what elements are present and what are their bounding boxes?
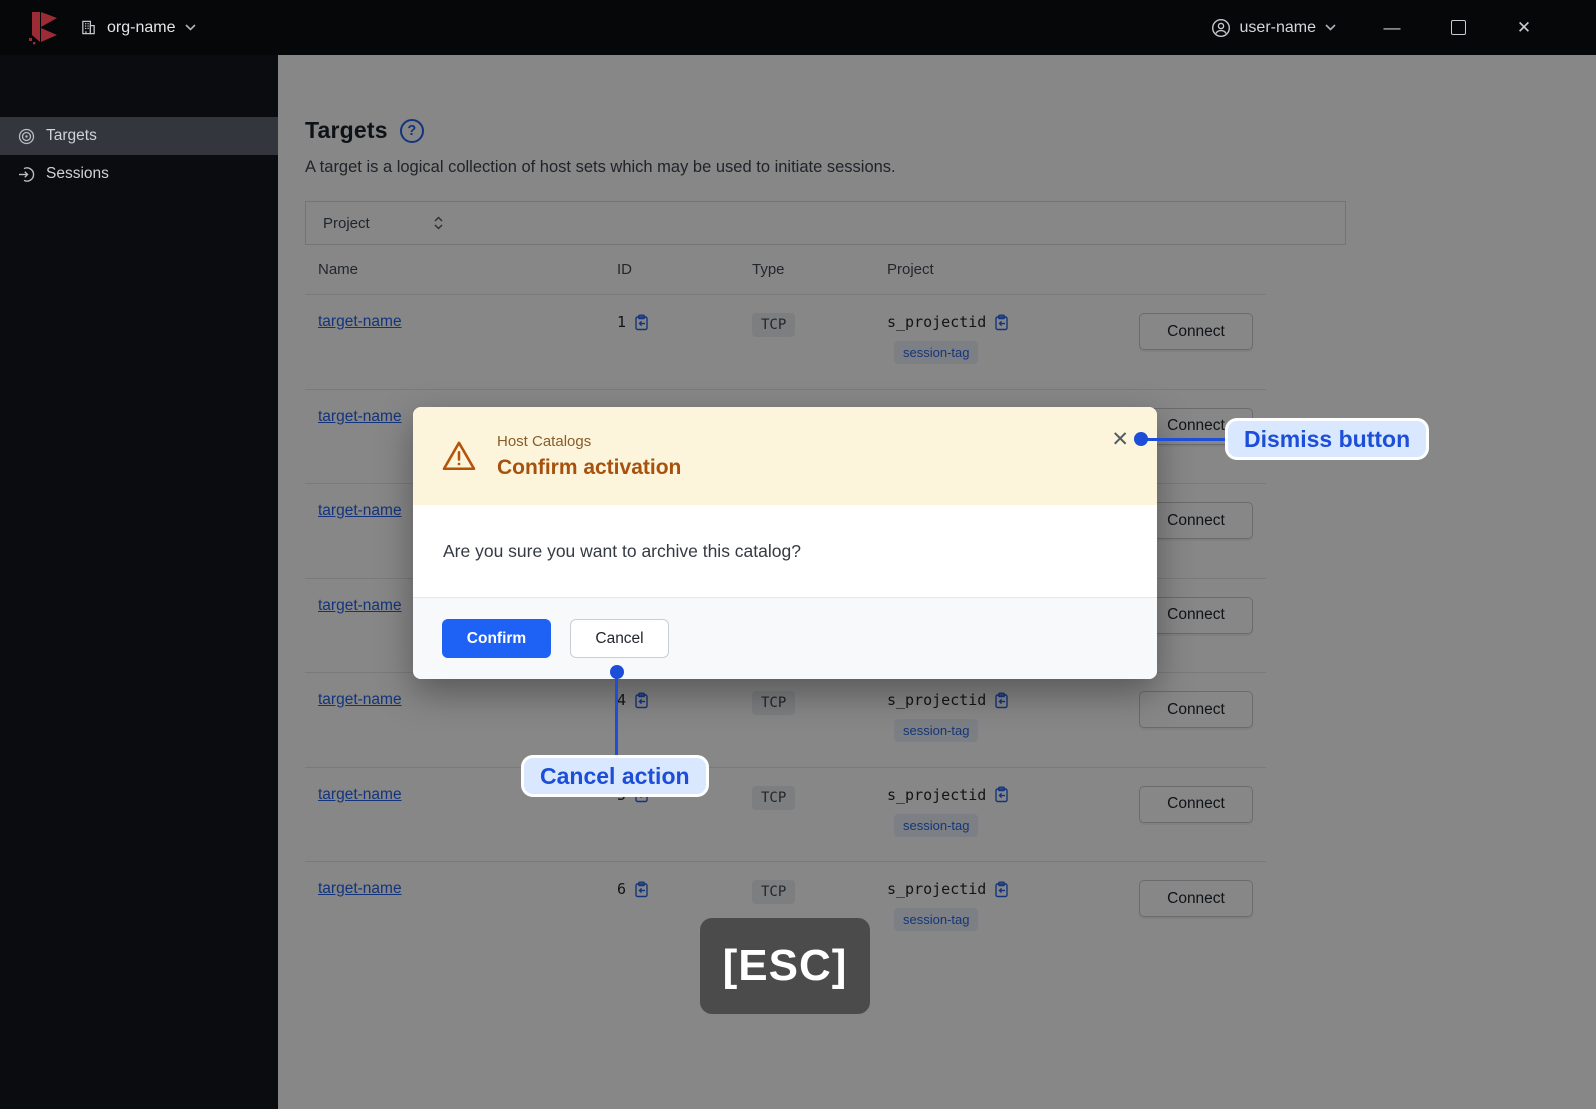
sidebar-item-sessions[interactable]: Sessions: [0, 155, 278, 193]
sidebar-item-label: Sessions: [46, 165, 109, 182]
dialog-tagline: Host Catalogs: [497, 432, 592, 450]
user-name-label: user-name: [1239, 18, 1316, 36]
user-icon: [1211, 18, 1230, 37]
chevron-down-icon: [185, 24, 197, 31]
dialog-header: Host Catalogs Confirm activation ✕: [413, 407, 1157, 505]
cancel-annotation-dot: [610, 665, 624, 679]
minimize-icon: —: [1383, 17, 1401, 37]
sidebar: Targets Sessions: [0, 55, 278, 1109]
sessions-sign-in-icon: [19, 166, 35, 182]
minimize-button[interactable]: —: [1382, 18, 1402, 38]
cancel-annotation-line: [615, 672, 618, 758]
sidebar-item-label: Targets: [46, 127, 97, 144]
dialog-body: Are you sure you want to archive this ca…: [413, 505, 1157, 597]
maximize-button[interactable]: [1448, 18, 1468, 38]
boundary-logo-icon: [29, 11, 57, 44]
org-building-icon: [82, 20, 95, 35]
dismiss-annotation-line: [1141, 438, 1227, 441]
dialog-title: Confirm activation: [497, 455, 682, 479]
sidebar-item-targets[interactable]: Targets: [0, 117, 278, 155]
sidebar-nav: Targets Sessions: [0, 117, 278, 193]
dialog-footer: Confirm Cancel: [413, 597, 1157, 679]
cancel-annotation-label: Cancel action: [521, 755, 709, 797]
confirm-button[interactable]: Confirm: [442, 619, 551, 658]
dismiss-annotation-label: Dismiss button: [1225, 418, 1430, 460]
org-switcher[interactable]: org-name: [80, 18, 197, 37]
close-icon: ✕: [1111, 428, 1129, 451]
maximize-icon: [1450, 20, 1466, 35]
dialog-dismiss-button[interactable]: ✕: [1109, 427, 1131, 452]
dialog-titles: Host Catalogs Confirm activation: [497, 433, 681, 480]
esc-key-indicator: [ESC]: [700, 918, 870, 1014]
user-menu[interactable]: user-name: [1211, 18, 1336, 38]
cancel-button[interactable]: Cancel: [570, 619, 669, 658]
topbar: org-name user-name — ✕: [0, 0, 1596, 55]
close-window-button[interactable]: ✕: [1514, 18, 1534, 38]
warning-triangle-icon: [442, 441, 476, 471]
chevron-down-icon: [1325, 24, 1336, 31]
boundary-logo[interactable]: [27, 9, 61, 47]
dialog-message: Are you sure you want to archive this ca…: [443, 540, 801, 561]
topbar-right: user-name — ✕: [1211, 18, 1534, 38]
target-icon: [18, 128, 35, 144]
dismiss-annotation-dot: [1134, 432, 1148, 446]
confirm-dialog: Host Catalogs Confirm activation ✕ Are y…: [413, 407, 1157, 679]
org-name-label: org-name: [107, 18, 176, 36]
app-window: org-name user-name — ✕ Targets Sessions …: [0, 0, 1596, 1109]
close-icon: ✕: [1516, 17, 1532, 37]
